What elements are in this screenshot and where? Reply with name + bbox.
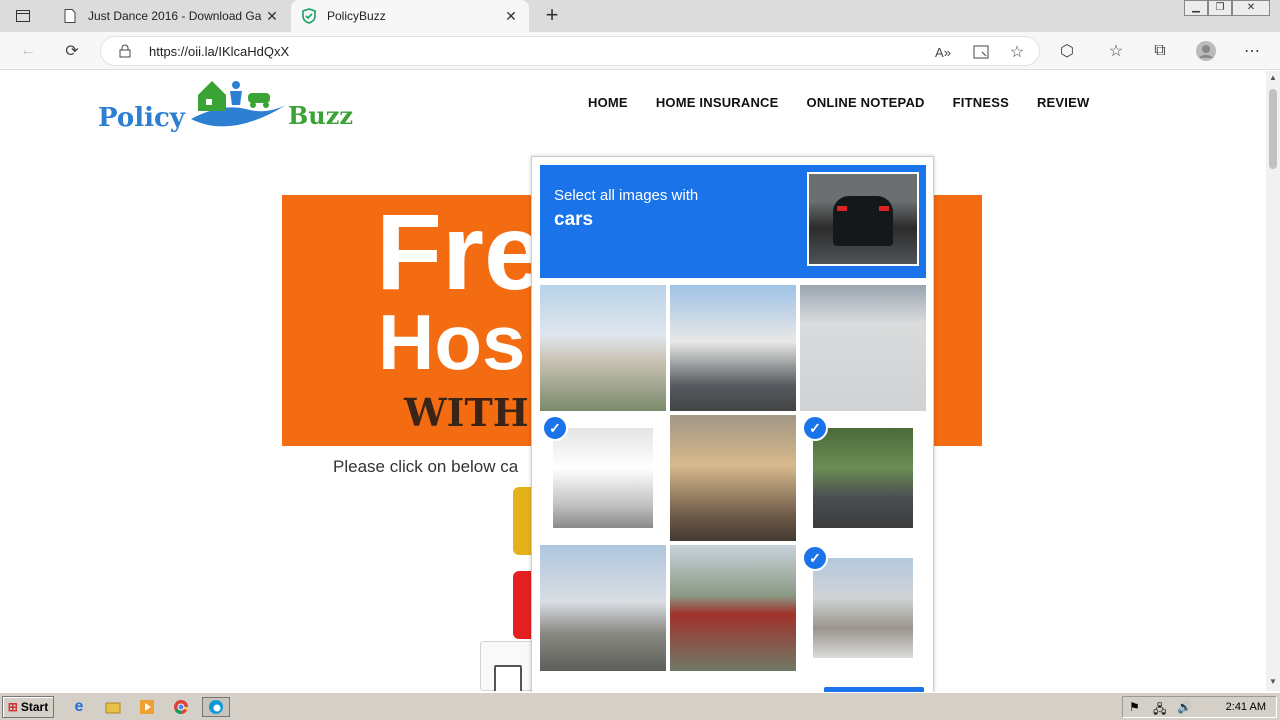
captcha-tile-image xyxy=(813,428,913,528)
page-scrollbar[interactable]: ▲ ▼ xyxy=(1266,71,1280,691)
profile-avatar[interactable] xyxy=(1194,40,1218,62)
read-aloud-icon[interactable]: A» xyxy=(931,41,955,63)
chrome-icon[interactable] xyxy=(170,697,192,717)
captcha-sample-image xyxy=(807,172,919,266)
volume-icon[interactable]: 🔊 xyxy=(1177,700,1192,714)
scroll-thumb[interactable] xyxy=(1269,89,1277,169)
captcha-tile[interactable] xyxy=(540,545,666,671)
site-logo[interactable]: Policy Buzz xyxy=(98,75,360,137)
system-tray: ⚑ 🖧 🔊 2:41 AM xyxy=(1122,696,1277,718)
restore-button[interactable]: ❐ xyxy=(1208,0,1232,16)
immersive-reader-icon[interactable] xyxy=(969,41,993,63)
collections-icon[interactable]: ⧉ xyxy=(1148,40,1172,62)
clock: 2:41 AM xyxy=(1225,701,1266,713)
captcha-tile-image xyxy=(670,415,796,541)
logo-graphic xyxy=(191,81,286,127)
scroll-down-icon[interactable]: ▼ xyxy=(1268,677,1278,687)
favorites-icon[interactable]: ☆ xyxy=(1104,40,1128,62)
tab-actions-icon xyxy=(16,10,30,22)
captcha-tile[interactable] xyxy=(670,285,796,411)
instruction-text: Please click on below ca xyxy=(333,457,519,476)
captcha-tile[interactable] xyxy=(540,285,666,411)
watermark: ANY RUN xyxy=(1038,683,1252,691)
captcha-tile-image xyxy=(800,285,926,411)
close-tab-icon[interactable]: ✕ xyxy=(264,8,280,24)
nav-online-notepad[interactable]: ONLINE NOTEPAD xyxy=(807,95,925,110)
logo-text-policy: Policy xyxy=(98,103,185,133)
add-favorite-icon[interactable]: ☆ xyxy=(1005,41,1029,63)
close-window-button[interactable]: ✕ xyxy=(1232,0,1270,16)
taskbar: ⊞ Start e ⚑ 🖧 🔊 2:41 AM xyxy=(0,692,1280,720)
edge-icon[interactable] xyxy=(202,697,230,717)
checkmark-icon: ✓ xyxy=(542,415,568,441)
flag-icon[interactable]: ⚑ xyxy=(1129,700,1140,714)
captcha-header: Select all images with cars xyxy=(540,165,926,278)
tab-policybuzz[interactable]: PolicyBuzz ✕ xyxy=(291,0,529,32)
logo-text-buzz: Buzz xyxy=(288,101,353,130)
tab-bar: Just Dance 2016 - Download Ga ✕ PolicyBu… xyxy=(0,0,1280,32)
nav-home[interactable]: HOME xyxy=(588,95,628,110)
captcha-tile[interactable] xyxy=(670,415,796,541)
captcha-prompt: Select all images with xyxy=(554,187,699,204)
captcha-tile-image xyxy=(670,285,796,411)
captcha-tile-image xyxy=(813,558,913,658)
address-bar[interactable]: https://oii.la/IKlcaHdQxX A» ☆ xyxy=(100,36,1040,66)
new-tab-button[interactable]: + xyxy=(540,4,564,28)
back-icon[interactable]: ← xyxy=(16,40,40,62)
nav-home-insurance[interactable]: HOME INSURANCE xyxy=(656,95,779,110)
close-tab-icon[interactable]: ✕ xyxy=(503,8,519,24)
checkmark-icon: ✓ xyxy=(802,545,828,571)
ie-icon[interactable]: e xyxy=(68,697,90,717)
recaptcha-checkbox[interactable] xyxy=(494,665,522,691)
captcha-tile[interactable] xyxy=(670,545,796,671)
url-text: https://oii.la/IKlcaHdQxX xyxy=(149,44,290,59)
start-label: Start xyxy=(20,700,49,714)
captcha-tile-image xyxy=(540,285,666,411)
scroll-up-icon[interactable]: ▲ xyxy=(1268,73,1278,83)
network-icon[interactable]: 🖧 xyxy=(1153,700,1166,720)
media-player-icon[interactable] xyxy=(136,697,158,717)
nav-fitness[interactable]: FITNESS xyxy=(953,95,1009,110)
captcha-tile-image xyxy=(553,428,653,528)
captcha-tile-image xyxy=(540,545,666,671)
captcha-target: cars xyxy=(554,209,594,230)
checkmark-icon: ✓ xyxy=(802,415,828,441)
start-button[interactable]: ⊞ Start xyxy=(2,696,54,718)
captcha-challenge: Select all images with cars ✓ ✓ ✓ xyxy=(531,156,934,697)
tab-title: Just Dance 2016 - Download Ga xyxy=(88,9,262,23)
explorer-icon[interactable] xyxy=(102,697,124,717)
address-toolbar: ← ⟳ https://oii.la/IKlcaHdQxX A» ☆ ⬡ ☆ ⧉… xyxy=(0,32,1280,70)
banner-line-2: Hos xyxy=(378,298,526,386)
lock-icon xyxy=(119,44,131,63)
extensions-icon[interactable]: ⬡ xyxy=(1055,40,1079,62)
tab-title: PolicyBuzz xyxy=(327,9,386,23)
captcha-tile-image xyxy=(670,545,796,671)
windows-logo-icon: ⊞ xyxy=(7,700,18,714)
nav-review[interactable]: REVIEW xyxy=(1037,95,1089,110)
tab-actions-button[interactable] xyxy=(8,6,38,26)
shield-icon xyxy=(301,8,317,24)
main-nav: HOME HOME INSURANCE ONLINE NOTEPAD FITNE… xyxy=(588,95,1089,110)
captcha-tile[interactable] xyxy=(800,285,926,411)
more-menu-icon[interactable]: ⋯ xyxy=(1240,40,1264,62)
refresh-icon[interactable]: ⟳ xyxy=(60,40,84,62)
document-icon xyxy=(62,8,78,24)
tab-just-dance[interactable]: Just Dance 2016 - Download Ga ✕ xyxy=(52,0,290,32)
minimize-button[interactable]: ▁ xyxy=(1184,0,1208,16)
